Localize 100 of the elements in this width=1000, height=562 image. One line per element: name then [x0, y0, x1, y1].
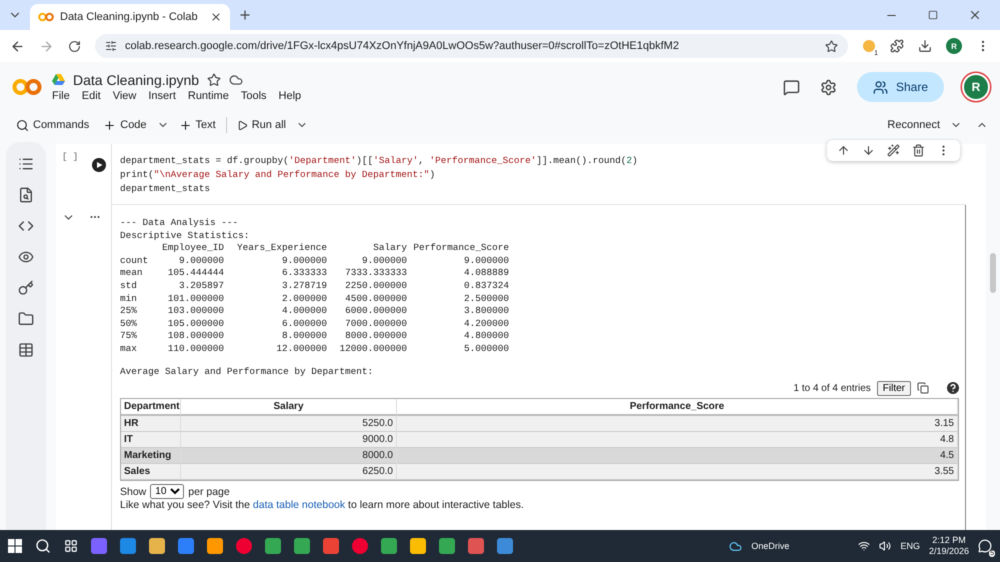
notebook-title[interactable]: Data Cleaning.ipynb: [73, 72, 200, 88]
menu-item[interactable]: Edit: [82, 90, 101, 102]
menu-item[interactable]: Help: [278, 90, 302, 102]
star-icon[interactable]: [207, 73, 222, 87]
app-icon[interactable]: [236, 538, 252, 554]
menu-item[interactable]: Insert: [148, 90, 176, 102]
stats-value: 2.000000: [280, 292, 327, 306]
help-icon[interactable]: [945, 380, 961, 396]
stats-value: 9.000000: [462, 254, 509, 268]
scrollbar-thumb[interactable]: [990, 253, 996, 293]
settings-icon[interactable]: [820, 78, 837, 96]
url-text: colab.research.google.com/drive/1FGx-lcx4psU74XzOnYfnjA9A0LwOOs5w?authuser=0#scrollTo=zOtHE1qbkfM2: [125, 40, 679, 52]
table-cell: 4.8: [397, 432, 958, 448]
colab-logo-icon: [12, 78, 42, 96]
notebook-link[interactable]: data table notebook: [252, 499, 346, 512]
app-icon[interactable]: [410, 538, 426, 554]
move-up-icon[interactable]: [837, 144, 850, 157]
back-icon[interactable]: [10, 38, 25, 54]
table-cell: 4.5: [397, 448, 958, 464]
start-icon[interactable]: [8, 539, 22, 553]
search-icon: [16, 118, 29, 132]
stats-label: 75%: [120, 330, 138, 343]
browser-tab[interactable]: Data Cleaning.ipynb - Colab: [30, 4, 230, 30]
reconnect-button[interactable]: Reconnect: [883, 117, 944, 133]
account-avatar[interactable]: R: [964, 75, 988, 99]
code-line: department_stats = df.groupby('Department')[['Salary', 'Performance_Score']].mean().round(2): [120, 154, 639, 168]
output-line: Average Salary and Performance by Department:: [120, 366, 374, 378]
extensions-icon[interactable]: [890, 39, 904, 53]
onedrive-label[interactable]: OneDrive: [751, 541, 790, 551]
app-icon[interactable]: [468, 538, 484, 554]
stats-header: Employee_ID: [161, 242, 224, 255]
table-cell: 8000.0: [181, 448, 397, 464]
clock[interactable]: 2:12 PM 2/19/2026: [928, 535, 969, 557]
stats-label: std: [120, 280, 138, 293]
menu-item[interactable]: Runtime: [188, 90, 229, 102]
comments-icon[interactable]: [782, 78, 800, 96]
page-size-select[interactable]: 10: [150, 484, 184, 500]
close-tab-icon[interactable]: [210, 11, 222, 23]
share-button[interactable]: Share: [856, 72, 944, 102]
table-cell: IT: [121, 432, 181, 448]
code-editor[interactable]: department_stats = df.groupby('Department')[['Salary', 'Performance_Score']].mean().round(2) print("\nAverage Salary and Performance by Department:") department_stats: [111, 144, 966, 205]
address-bar[interactable]: colab.research.google.com/drive/1FGx-lcx4psU74XzOnYfnjA9A0LwOOs5w?authuser=0#scrollTo=zOtHE1qbkfM2: [95, 34, 848, 58]
app-icon[interactable]: [439, 538, 455, 554]
execution-count: [ ]: [62, 152, 78, 162]
reload-icon[interactable]: [68, 40, 81, 52]
app-icon[interactable]: [323, 538, 339, 554]
bookmark-star-icon[interactable]: [825, 40, 838, 52]
files-icon[interactable]: [18, 311, 34, 327]
variables-icon[interactable]: [18, 249, 34, 265]
commands-button[interactable]: Commands: [12, 116, 94, 134]
stats-value: 5.000000: [462, 342, 509, 356]
stats-label: 25%: [120, 305, 138, 318]
magic-wand-icon[interactable]: [887, 144, 900, 157]
restore-icon[interactable]: [928, 8, 938, 22]
stats-value: 4500.000000: [344, 292, 407, 306]
app-icon[interactable]: [497, 538, 513, 554]
run-cell-icon[interactable]: [92, 158, 106, 172]
app-icon[interactable]: [207, 538, 223, 554]
stats-value: 110.000000: [166, 342, 224, 356]
menu-item[interactable]: File: [52, 90, 70, 102]
move-down-icon[interactable]: [862, 144, 875, 157]
app-icon[interactable]: [149, 538, 165, 554]
stats-value: 12.000000: [275, 342, 327, 356]
menu-item[interactable]: Tools: [240, 90, 267, 102]
copy-icon[interactable]: [917, 382, 929, 394]
app-icon[interactable]: [294, 538, 310, 554]
per-page-label: per page: [188, 486, 230, 498]
menu-item[interactable]: View: [112, 90, 136, 102]
delete-icon[interactable]: [912, 144, 925, 157]
secrets-icon[interactable]: [18, 280, 34, 296]
stats-value: 9.000000: [360, 254, 407, 268]
cloud-icon: [229, 73, 244, 87]
app-icon[interactable]: [178, 538, 194, 554]
new-tab-icon[interactable]: [238, 8, 252, 22]
data-table-icon[interactable]: [18, 342, 34, 358]
profile-avatar[interactable]: R: [946, 38, 962, 54]
close-icon[interactable]: [968, 8, 982, 22]
app-icon[interactable]: [120, 538, 136, 554]
add-text-button[interactable]: Text: [174, 116, 220, 134]
app-icon[interactable]: [91, 538, 107, 554]
language-indicator[interactable]: ENG: [900, 541, 920, 551]
find-icon[interactable]: [18, 187, 34, 203]
stats-label: count: [120, 254, 150, 268]
app-icon[interactable]: [352, 538, 368, 554]
app-icon[interactable]: [381, 538, 397, 554]
search-icon[interactable]: [35, 538, 51, 554]
stats-value: 108.000000: [166, 330, 224, 343]
volume-icon[interactable]: [879, 540, 892, 552]
colab-logo-icon: [38, 12, 54, 22]
filter-button[interactable]: Filter: [876, 380, 911, 396]
stats-value: 4.088889: [462, 267, 509, 280]
stats-value: 6.333333: [280, 267, 327, 280]
download-icon[interactable]: [918, 39, 932, 53]
add-code-button[interactable]: Code: [99, 116, 151, 134]
drive-icon: [52, 74, 65, 86]
table-of-contents-icon[interactable]: [18, 156, 34, 172]
run-all-button[interactable]: Run all: [232, 117, 290, 133]
stats-value: 7333.333333: [344, 267, 407, 280]
app-icon[interactable]: [265, 538, 281, 554]
task-view-icon[interactable]: [64, 539, 78, 553]
